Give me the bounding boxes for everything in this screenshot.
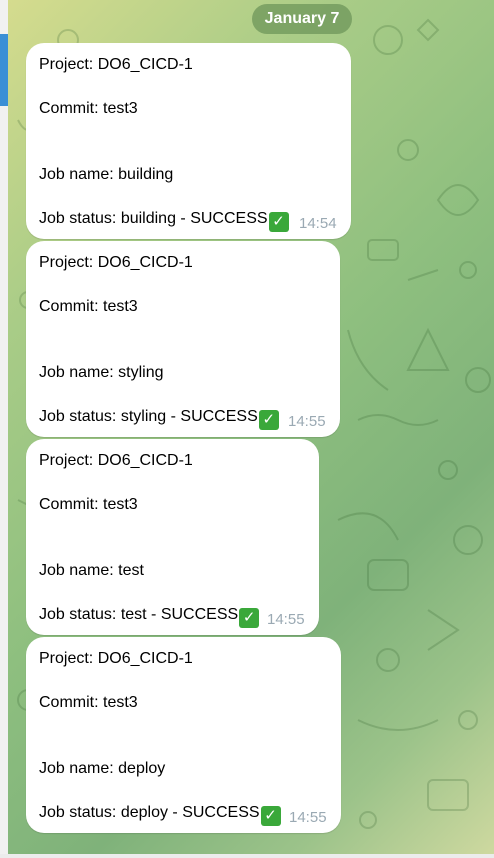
message-time: 14:55 bbox=[288, 413, 326, 430]
sidebar-active-indicator bbox=[0, 34, 8, 106]
message-bubble[interactable]: Project: DO6_CICD-1 Commit: test3 Job na… bbox=[26, 241, 340, 437]
composer-divider bbox=[0, 854, 494, 858]
job-status-text: Job status: test - SUCCESS bbox=[39, 606, 239, 623]
message-commit: Commit: test3 bbox=[39, 694, 138, 711]
message-commit: Commit: test3 bbox=[39, 298, 138, 315]
message-commit: Commit: test3 bbox=[39, 100, 138, 117]
message-bubble[interactable]: Project: DO6_CICD-1 Commit: test3 Job na… bbox=[26, 637, 341, 833]
message-job-name: Job name: styling bbox=[39, 364, 164, 381]
message-job-status: Job status: test - SUCCESS ✓ bbox=[39, 606, 260, 628]
message-commit: Commit: test3 bbox=[39, 496, 138, 513]
check-mark-icon: ✓ bbox=[258, 410, 279, 430]
job-status-text: Job status: deploy - SUCCESS bbox=[39, 804, 260, 821]
message-job-status: Job status: styling - SUCCESS ✓ bbox=[39, 408, 279, 430]
message-job-name: Job name: test bbox=[39, 562, 144, 579]
job-status-text: Job status: building - SUCCESS bbox=[39, 210, 268, 227]
message-project: Project: DO6_CICD-1 bbox=[39, 56, 193, 73]
message-time: 14:55 bbox=[267, 611, 305, 628]
date-separator: January 7 bbox=[252, 4, 352, 34]
message-job-name: Job name: building bbox=[39, 166, 174, 183]
message-project: Project: DO6_CICD-1 bbox=[39, 650, 193, 667]
message-job-status: Job status: deploy - SUCCESS ✓ bbox=[39, 804, 281, 826]
message-time: 14:55 bbox=[289, 809, 327, 826]
message-time: 14:54 bbox=[299, 215, 337, 232]
message-bubble[interactable]: Project: DO6_CICD-1 Commit: test3 Job na… bbox=[26, 439, 319, 635]
message-project: Project: DO6_CICD-1 bbox=[39, 254, 193, 271]
check-mark-icon: ✓ bbox=[268, 212, 289, 232]
message-job-name: Job name: deploy bbox=[39, 760, 166, 777]
message-job-status: Job status: building - SUCCESS ✓ bbox=[39, 210, 289, 232]
job-status-text: Job status: styling - SUCCESS bbox=[39, 408, 258, 425]
check-mark-icon: ✓ bbox=[260, 806, 281, 826]
sidebar-edge bbox=[0, 0, 8, 858]
message-project: Project: DO6_CICD-1 bbox=[39, 452, 193, 469]
check-mark-icon: ✓ bbox=[239, 608, 260, 628]
message-bubble[interactable]: Project: DO6_CICD-1 Commit: test3 Job na… bbox=[26, 43, 351, 239]
